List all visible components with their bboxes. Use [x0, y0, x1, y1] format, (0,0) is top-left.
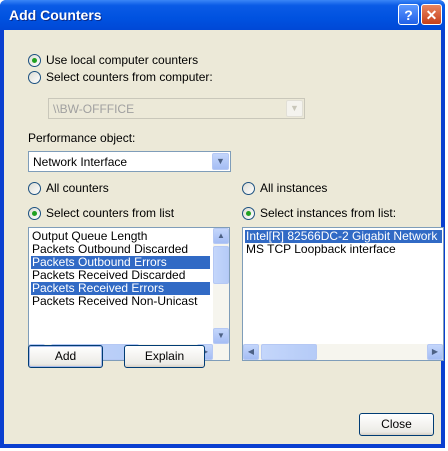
instances-list-item[interactable]: MS TCP Loopback interface [245, 243, 442, 256]
close-icon[interactable]: ✕ [421, 4, 442, 25]
explain-button[interactable]: Explain [124, 345, 205, 368]
select-instances-radio[interactable] [242, 207, 255, 220]
title-bar[interactable]: Add Counters ? ✕ [0, 0, 445, 30]
select-computer-radio[interactable] [28, 71, 41, 84]
scroll-left-icon[interactable]: ◀ [243, 344, 259, 360]
use-local-radio[interactable] [28, 54, 41, 67]
dialog-body: Use local computer counters Select count… [4, 30, 444, 444]
counters-list-item[interactable]: Packets Received Non-Unicast [31, 295, 210, 308]
all-instances-label: All instances [260, 181, 328, 195]
window-title: Add Counters [9, 7, 102, 23]
counters-listbox[interactable]: Output Queue Length Packets Outbound Disc… [28, 227, 230, 361]
help-icon[interactable]: ? [398, 4, 419, 25]
select-counters-label: Select counters from list [46, 206, 175, 220]
perf-object-select[interactable]: Network Interface ▼ [28, 151, 231, 172]
instances-listbox[interactable]: Intel[R] 82566DC-2 Gigabit Network MS TCP… [242, 227, 444, 361]
add-button[interactable]: Add [28, 345, 103, 368]
select-instances-label: Select instances from list: [260, 206, 397, 220]
close-button[interactable]: Close [359, 413, 434, 436]
instances-hscroll-thumb[interactable] [261, 344, 317, 360]
perf-object-label: Performance object: [28, 131, 136, 145]
all-instances-radio[interactable] [242, 182, 255, 195]
all-counters-label: All counters [46, 181, 109, 195]
computer-combo: \\BW-OFFFICE ▼ [48, 98, 305, 119]
scroll-up-icon[interactable]: ▲ [213, 228, 229, 244]
select-computer-label: Select counters from computer: [46, 70, 213, 84]
scroll-down-icon[interactable]: ▼ [213, 328, 229, 344]
chevron-down-icon: ▼ [286, 100, 303, 117]
add-counters-window: Add Counters ? ✕ Use local computer coun… [0, 0, 445, 448]
select-counters-radio[interactable] [28, 207, 41, 220]
perf-object-value: Network Interface [33, 155, 128, 169]
computer-value: \\BW-OFFFICE [53, 102, 135, 116]
chevron-down-icon[interactable]: ▼ [212, 153, 229, 170]
use-local-label: Use local computer counters [46, 53, 199, 67]
counters-vscrollbar[interactable]: ▲ ▼ [213, 228, 229, 344]
all-counters-radio[interactable] [28, 182, 41, 195]
instances-hscrollbar[interactable]: ◀ ▶ [243, 344, 443, 360]
scroll-right-icon[interactable]: ▶ [427, 344, 443, 360]
counters-vscroll-thumb[interactable] [213, 246, 229, 284]
